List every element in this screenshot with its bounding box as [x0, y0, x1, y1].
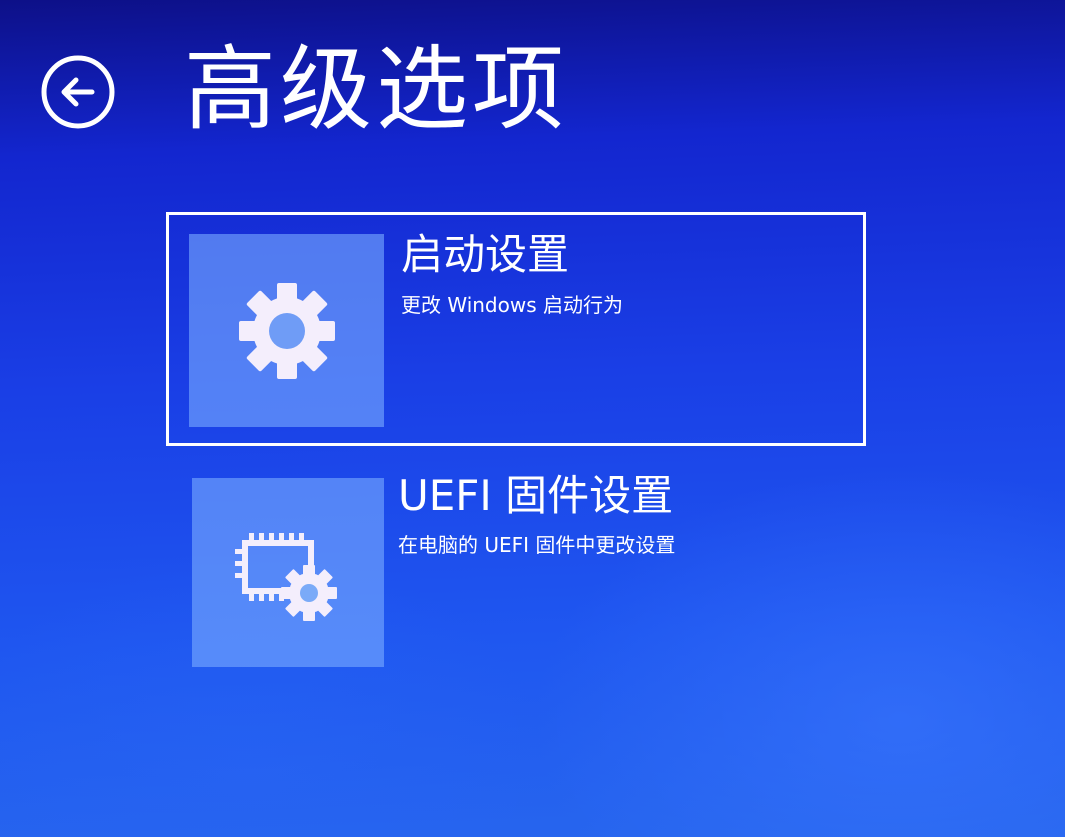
- firmware-chip-gear-icon: [235, 532, 337, 621]
- uefi-firmware-settings-description: 在电脑的 UEFI 固件中更改设置: [398, 533, 676, 557]
- back-button[interactable]: [40, 54, 116, 130]
- startup-settings-description: 更改 Windows 启动行为: [401, 293, 623, 317]
- uefi-firmware-settings-tile: [192, 478, 384, 667]
- startup-settings-tile: [189, 234, 384, 427]
- page-title: 高级选项: [184, 36, 569, 143]
- uefi-firmware-settings-title: UEFI 固件设置: [398, 471, 674, 520]
- back-arrow-circle-icon: [41, 55, 115, 129]
- uefi-firmware-settings-option[interactable]: UEFI 固件设置 在电脑的 UEFI 固件中更改设置: [166, 466, 866, 676]
- startup-settings-option[interactable]: 启动设置 更改 Windows 启动行为: [166, 212, 866, 446]
- startup-settings-title: 启动设置: [401, 230, 570, 279]
- gear-icon: [238, 282, 335, 379]
